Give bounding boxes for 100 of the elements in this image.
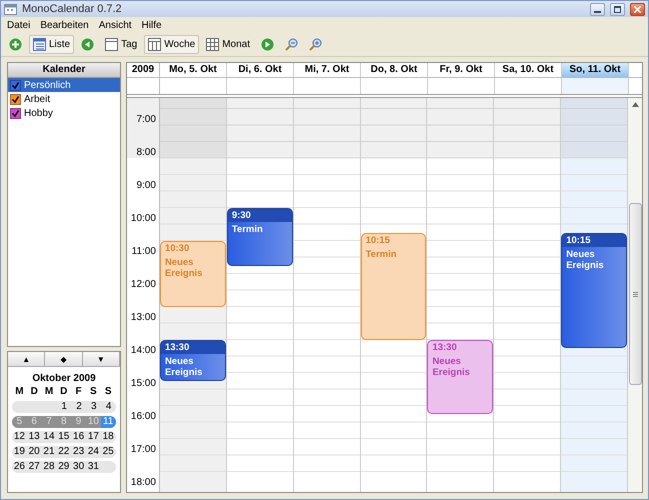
day-number[interactable]: 26 (12, 461, 27, 473)
event-title: Termin (364, 248, 398, 262)
day-number[interactable]: 16 (71, 431, 86, 443)
list-icon (33, 38, 46, 51)
checkbox[interactable] (10, 80, 21, 90)
off-hours-band (160, 98, 226, 158)
day-number[interactable]: 28 (42, 461, 56, 473)
day-column[interactable]: 10:15 Neues Ereignis (561, 98, 628, 492)
close-button[interactable] (630, 2, 645, 16)
calendar-item[interactable]: Persönlich (8, 78, 120, 92)
event-time: 9:30 (228, 209, 292, 222)
event-card[interactable]: 9:30 Termin (226, 208, 293, 266)
nav-button[interactable]: ◆ (45, 352, 83, 366)
maximize-button[interactable] (610, 2, 625, 16)
day-number[interactable]: 22 (56, 446, 72, 458)
day-number[interactable]: 31 (86, 461, 101, 473)
month-title: Oktober 2009 (32, 373, 96, 384)
checkbox[interactable] (10, 108, 21, 118)
week-view-icon (148, 38, 162, 51)
day-header[interactable]: Do, 8. Okt (361, 63, 428, 77)
event-card[interactable]: 13:30 Neues Ereignis (160, 340, 226, 382)
day-number[interactable]: 27 (26, 461, 42, 473)
event-title: Neues Ereignis (164, 256, 204, 281)
week-row[interactable]: 26 27 28 29 30 31 (12, 461, 116, 473)
menu-item[interactable]: Bearbeiten (40, 20, 89, 30)
day-number[interactable]: 29 (56, 461, 72, 473)
month-view-button[interactable]: Monat (202, 35, 254, 54)
hour-label: 7:00 (136, 114, 156, 124)
day-number[interactable]: 30 (71, 461, 86, 473)
day-number[interactable]: 24 (86, 446, 101, 458)
hour-label: 12:00 (130, 278, 156, 290)
nav-button[interactable]: ▲ (8, 352, 46, 366)
event-time: 13:30 (431, 341, 458, 354)
list-view-button[interactable]: Liste (29, 35, 74, 54)
event-time: 10:15 (364, 234, 391, 247)
day-header[interactable]: So, 11. Okt (562, 63, 629, 77)
off-hours-band (427, 98, 494, 158)
hour-label: 15:00 (130, 378, 156, 388)
day-header[interactable]: Di, 6. Okt (227, 63, 294, 77)
day-number[interactable]: 2 (72, 401, 86, 413)
week-row[interactable]: 1 2 3 4 (12, 401, 116, 413)
weekday-label: S (89, 386, 98, 398)
year-label: 2009 (127, 63, 160, 77)
week-view-button[interactable]: Woche (144, 35, 200, 54)
day-number[interactable]: 15 (56, 431, 72, 443)
day-number[interactable]: 25 (100, 446, 116, 458)
event-time: 13:30 (160, 341, 225, 354)
day-number[interactable]: 14 (42, 431, 56, 443)
day-number[interactable]: 12 (12, 431, 27, 443)
menu-item[interactable]: Datei (7, 20, 30, 30)
window-title: MonoCalendar 0.7.2 (22, 3, 123, 15)
day-column[interactable]: 9:30 Termin (226, 98, 294, 492)
day-header[interactable]: Fr, 9. Okt (428, 63, 495, 77)
day-number[interactable]: 21 (42, 446, 56, 458)
event-time: 10:30 (164, 242, 190, 255)
calendar-name: Arbeit (24, 94, 50, 104)
event-card[interactable]: 10:15 Neues Ereignis (561, 232, 628, 348)
menu-item[interactable]: Hilfe (142, 20, 162, 30)
hour-label: 13:00 (130, 312, 156, 322)
day-number[interactable]: 20 (26, 446, 42, 458)
calendar-item[interactable]: Hobby (8, 106, 120, 120)
calendar-name: Persönlich (24, 80, 71, 90)
day-header[interactable]: Mo, 5. Okt (160, 63, 227, 77)
zoom-in-icon (309, 38, 322, 51)
day-header[interactable]: Mi, 7. Okt (294, 63, 361, 77)
close-icon (634, 6, 641, 12)
day-number[interactable]: 13 (26, 431, 42, 443)
hour-label: 11:00 (132, 246, 156, 256)
event-title: Neues Ereignis (565, 248, 605, 273)
off-hours-band (226, 98, 293, 158)
event-time: 10:15 (562, 234, 626, 247)
event-title: Neues Ereignis (164, 355, 204, 380)
day-number[interactable]: 17 (86, 431, 101, 443)
day-number[interactable]: 1 (56, 401, 72, 413)
week-row[interactable]: 19 20 21 22 23 24 25 (12, 446, 116, 458)
day-number[interactable]: 4 (101, 401, 116, 413)
all-day-cell[interactable] (562, 78, 629, 94)
day-column[interactable]: 10:30 Neues Ereignis 13:30 Neues Ereignis (160, 98, 227, 492)
day-number[interactable]: 19 (12, 446, 27, 458)
off-hours-band (494, 98, 560, 158)
nav-button[interactable]: ▼ (82, 352, 120, 366)
calendar-item[interactable]: Arbeit (8, 92, 120, 106)
day-view-button[interactable]: Tag (101, 35, 142, 54)
day-view-icon (105, 38, 118, 51)
hour-label: 8:00 (136, 146, 156, 158)
hour-label: 9:00 (136, 180, 156, 190)
day-number[interactable]: 23 (71, 446, 86, 458)
day-number[interactable]: 18 (100, 431, 116, 443)
checkbox[interactable] (10, 94, 21, 104)
hour-label: 10:00 (130, 212, 156, 224)
off-hours-band (294, 98, 360, 158)
scrollbar[interactable] (628, 98, 642, 492)
event-title: Termin (230, 223, 264, 237)
minimize-button[interactable] (590, 2, 605, 16)
day-number[interactable]: 3 (86, 401, 102, 413)
maximize-icon (614, 6, 621, 12)
menu-item[interactable]: Ansicht (98, 20, 132, 30)
off-hours-band (360, 98, 426, 158)
week-row[interactable]: 12 13 14 15 16 17 18 (12, 431, 116, 443)
add-icon (9, 38, 22, 51)
